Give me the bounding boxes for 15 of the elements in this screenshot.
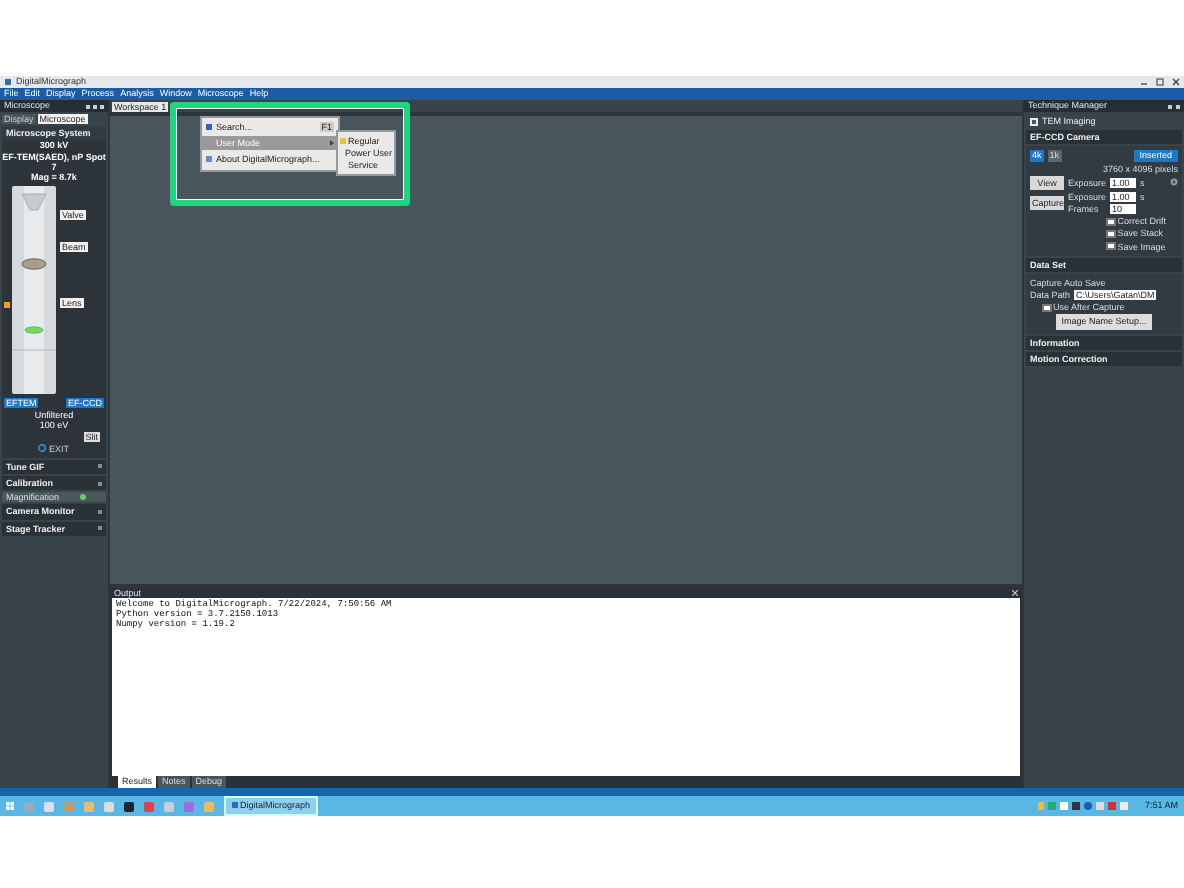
maximize-icon: [1156, 78, 1164, 86]
indicator-icon: [4, 302, 10, 309]
close-icon: [1172, 78, 1180, 86]
start-icon: [6, 802, 14, 810]
checkbox[interactable]: [1106, 217, 1116, 227]
app-icon: [4, 78, 12, 86]
minimize-icon: [1140, 78, 1148, 86]
power-icon: [38, 444, 47, 453]
settings-icon: [1170, 178, 1178, 187]
checkbox[interactable]: [1042, 303, 1051, 313]
app-icon: [232, 802, 238, 809]
checkbox[interactable]: [1106, 229, 1116, 239]
checkbox[interactable]: [1106, 241, 1116, 251]
technique-icon: [1030, 117, 1038, 126]
close-icon: [1012, 590, 1018, 596]
